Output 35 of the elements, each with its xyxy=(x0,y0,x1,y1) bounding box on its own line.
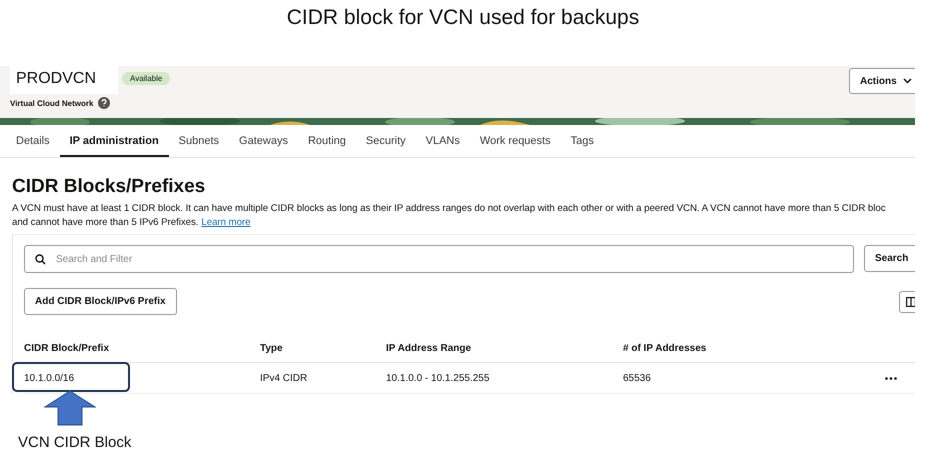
chevron-down-icon xyxy=(902,78,912,84)
resource-type: Virtual Cloud Network xyxy=(10,98,94,108)
table-cell-text: 10.1.0.0 - 10.1.255.255 xyxy=(386,372,490,384)
tab[interactable]: VLANs xyxy=(416,128,470,157)
annotation-title: CIDR block for VCN used for backups xyxy=(286,6,640,31)
tab[interactable]: Work requests xyxy=(470,128,561,157)
tab[interactable]: Routing xyxy=(298,128,356,157)
actions-button[interactable]: Actions xyxy=(849,68,915,94)
annotation-caption: VCN CIDR Block xyxy=(18,434,132,451)
column-header: IP Address Range xyxy=(386,343,472,354)
column-header: Type xyxy=(260,343,284,354)
tab[interactable]: Gateways xyxy=(229,128,298,157)
tab[interactable]: IP administration xyxy=(60,128,169,157)
tab[interactable]: Security xyxy=(356,128,416,157)
arrow-icon xyxy=(44,390,96,426)
table-cell-text: 65536 xyxy=(623,372,652,384)
search-icon xyxy=(35,254,46,264)
add-cidr-button[interactable]: Add CIDR Block/IPv6 Prefix xyxy=(24,288,177,315)
section-heading: CIDR Blocks/Prefixes xyxy=(12,176,206,198)
vcn-name: PRODVCN xyxy=(10,66,118,94)
tab[interactable]: Details xyxy=(6,128,60,157)
column-header: # of IP Addresses xyxy=(623,343,708,354)
status-badge: Available xyxy=(122,72,170,85)
search-button[interactable]: Search xyxy=(864,245,915,272)
table-cell-text: IPv4 CIDR xyxy=(260,372,308,384)
description-text: and cannot have more than 5 IPv6 Prefixes. xyxy=(12,217,198,228)
description-text: A VCN must have at least 1 CIDR block. It can have multiple CIDR blocks as long as their IP address ranges do not overlap with each other or with a peered VCN. A VCN cannot have more than 5 CIDR bloc xyxy=(12,203,886,214)
column-header: CIDR Block/Prefix xyxy=(24,343,110,354)
tab[interactable]: Subnets xyxy=(168,128,230,157)
search-field[interactable]: Search and Filter xyxy=(24,245,854,273)
tab[interactable]: Tags xyxy=(560,128,604,157)
table-cell-text: 10.1.0.0/16 xyxy=(24,372,76,384)
columns-icon xyxy=(906,296,915,306)
learn-more-link[interactable]: Learn more xyxy=(201,217,250,228)
help-icon[interactable] xyxy=(98,97,110,109)
